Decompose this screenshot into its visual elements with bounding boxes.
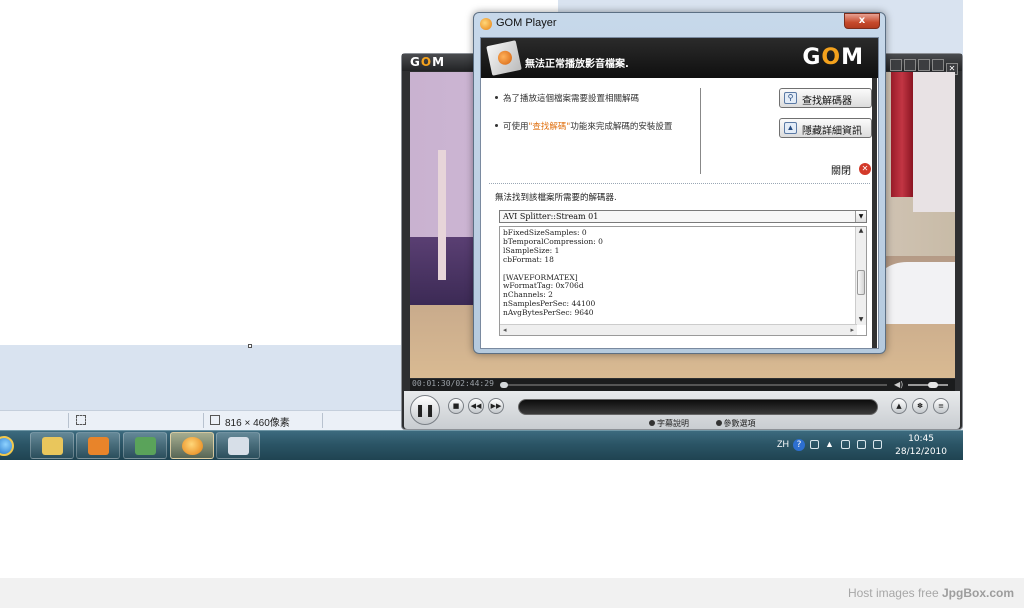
- canvas-size-text: 816 × 460像素: [225, 418, 290, 429]
- clock-time: 10:45: [908, 434, 935, 444]
- paint-icon: [228, 437, 249, 455]
- taskbar-item-gom-player[interactable]: [170, 432, 214, 459]
- paint-canvas[interactable]: [0, 0, 405, 345]
- collapse-up-icon: ▲: [784, 122, 797, 134]
- taskbar-item-explorer[interactable]: [30, 432, 74, 459]
- stream-select[interactable]: AVI Splitter::Stream 01 ▼: [499, 210, 867, 223]
- taskbar-clock[interactable]: 10:45 28/12/2010: [895, 433, 947, 459]
- language-indicator[interactable]: ZH: [777, 439, 789, 449]
- selection-size-icon: [76, 415, 86, 425]
- network-icon[interactable]: [857, 440, 866, 449]
- subtitle-icon: [649, 420, 655, 426]
- video-frame-window: [913, 72, 955, 212]
- screen: 816 × 460像素 ZH ? ▲ 10:45 28/12/2010 GOM …: [0, 0, 1024, 608]
- scroll-up-icon[interactable]: ▲: [856, 227, 866, 236]
- watermark-text: Host images free JpgBox.com: [847, 586, 1014, 600]
- chevron-down-icon[interactable]: ▼: [855, 211, 866, 222]
- menu-icon[interactable]: [890, 59, 902, 71]
- magnifier-icon: ⚲: [784, 92, 797, 104]
- maximize-icon[interactable]: [932, 59, 944, 71]
- scroll-right-icon[interactable]: ▸: [850, 326, 854, 334]
- dialog-banner: 無法正常播放影音檔案. GOM: [481, 38, 878, 78]
- gom-app-icon: [480, 18, 492, 30]
- gom-player-icon: [182, 437, 203, 455]
- status-separator: [322, 413, 323, 428]
- show-hidden-icons-icon[interactable]: ▲: [825, 439, 834, 449]
- taskbar: ZH ? ▲ 10:45 28/12/2010: [0, 430, 963, 460]
- help-bullets: 為了播放這個檔案需要設置相關解碼 可使用"查找解碼"功能來完成解碼的安裝設置: [495, 92, 705, 148]
- playlist-button[interactable]: ≡: [933, 398, 949, 414]
- banner-message: 無法正常播放影音檔案.: [525, 59, 629, 70]
- minimize-icon[interactable]: [918, 59, 930, 71]
- horizontal-scrollbar[interactable]: ◂ ▸: [500, 324, 857, 335]
- dialog-titlebar[interactable]: GOM Player x: [474, 13, 885, 35]
- canvas-resize-handle[interactable]: [248, 344, 252, 348]
- options-link[interactable]: 參數選項: [715, 419, 768, 428]
- bottom-links: 字幕說明 參數選項: [649, 418, 780, 429]
- options-icon: [715, 420, 722, 426]
- seek-row: 00:01:30/02:44:29 ◀): [410, 379, 955, 391]
- vertical-scrollbar[interactable]: ▲ ▼: [855, 227, 866, 325]
- gom-logo: GOM: [410, 55, 446, 69]
- scroll-thumb[interactable]: [857, 270, 865, 295]
- settings-button[interactable]: ✽: [912, 398, 928, 414]
- bullet-codec-needed: 為了播放這個檔案需要設置相關解碼: [495, 92, 705, 104]
- codec-error-dialog: GOM Player x 無法正常播放影音檔案. GOM 為了播放這個檔案需要設…: [473, 12, 886, 354]
- seek-bar[interactable]: [502, 384, 887, 386]
- volume-handle[interactable]: [928, 382, 938, 388]
- dialog-body: 無法正常播放影音檔案. GOM 為了播放這個檔案需要設置相關解碼 可使用"查找解…: [480, 37, 879, 349]
- vertical-divider: [700, 88, 701, 174]
- media-player-icon: [88, 437, 109, 455]
- folder-icon: [42, 437, 63, 455]
- status-separator: [68, 413, 69, 428]
- dialog-close-button[interactable]: x: [844, 13, 880, 29]
- volume-icon[interactable]: [873, 440, 882, 449]
- stream-select-value: AVI Splitter::Stream 01: [503, 212, 599, 221]
- canvas-size-icon: [210, 415, 220, 425]
- scroll-left-icon[interactable]: ◂: [503, 326, 507, 334]
- video-frame-bedpost: [438, 150, 446, 280]
- scroll-down-icon[interactable]: ▼: [856, 316, 866, 325]
- playback-time: 00:01:30/02:44:29: [412, 379, 494, 388]
- pause-button[interactable]: ❚❚: [410, 395, 440, 425]
- playback-controls: ❚❚ ■ ◀◀ ▶▶ ▲ ✽ ≡ 字幕說明 參數選項: [404, 391, 960, 429]
- video-frame-pillow: [875, 261, 955, 324]
- stop-button[interactable]: ■: [448, 398, 464, 414]
- system-tray: ZH ? ▲ 10:45 28/12/2010: [773, 431, 963, 461]
- video-frame-curtain: [891, 72, 913, 197]
- find-codec-button[interactable]: ⚲ 查找解碼器: [779, 88, 872, 108]
- dialog-side-strip: [872, 78, 877, 348]
- taskbar-item-media-player[interactable]: [76, 432, 120, 459]
- codec-details-textarea[interactable]: bFixedSizeSamples: 0 bTemporalCompressio…: [499, 226, 867, 336]
- taskbar-item-paint[interactable]: [216, 432, 260, 459]
- speaker-icon[interactable]: ◀): [894, 380, 903, 389]
- next-button[interactable]: ▶▶: [488, 398, 504, 414]
- help-icon[interactable]: ?: [793, 439, 805, 451]
- subtitle-link[interactable]: 字幕說明: [649, 419, 701, 428]
- previous-button[interactable]: ◀◀: [468, 398, 484, 414]
- close-link[interactable]: 關閉: [831, 162, 851, 177]
- codec-details-text: bFixedSizeSamples: 0 bTemporalCompressio…: [503, 228, 603, 318]
- clock-date: 28/12/2010: [895, 447, 947, 457]
- broken-media-icon: [486, 40, 522, 76]
- horizontal-divider: [489, 183, 870, 184]
- dialog-title: GOM Player: [496, 17, 557, 29]
- gom-banner-logo: GOM: [802, 45, 864, 70]
- ime-icon[interactable]: [810, 440, 819, 449]
- seek-handle[interactable]: [500, 382, 508, 388]
- open-file-button[interactable]: ▲: [891, 398, 907, 414]
- status-separator: [203, 413, 204, 428]
- messenger-icon: [135, 437, 156, 455]
- action-center-flag-icon[interactable]: [841, 440, 850, 449]
- watermark-footer: Host images free JpgBox.com: [0, 578, 1024, 608]
- codec-not-found-message: 無法找到該檔案所需要的解碼器.: [495, 193, 617, 203]
- taskbar-item-messenger[interactable]: [123, 432, 167, 459]
- hide-details-button[interactable]: ▲ 隱藏詳細資訊: [779, 118, 872, 138]
- info-display-bar: [518, 399, 878, 415]
- bullet-use-find-codec: 可使用"查找解碼"功能來完成解碼的安裝設置: [495, 120, 705, 132]
- ie-icon[interactable]: [0, 436, 14, 456]
- mini-mode-icon[interactable]: [904, 59, 916, 71]
- close-x-icon[interactable]: ✕: [859, 163, 871, 175]
